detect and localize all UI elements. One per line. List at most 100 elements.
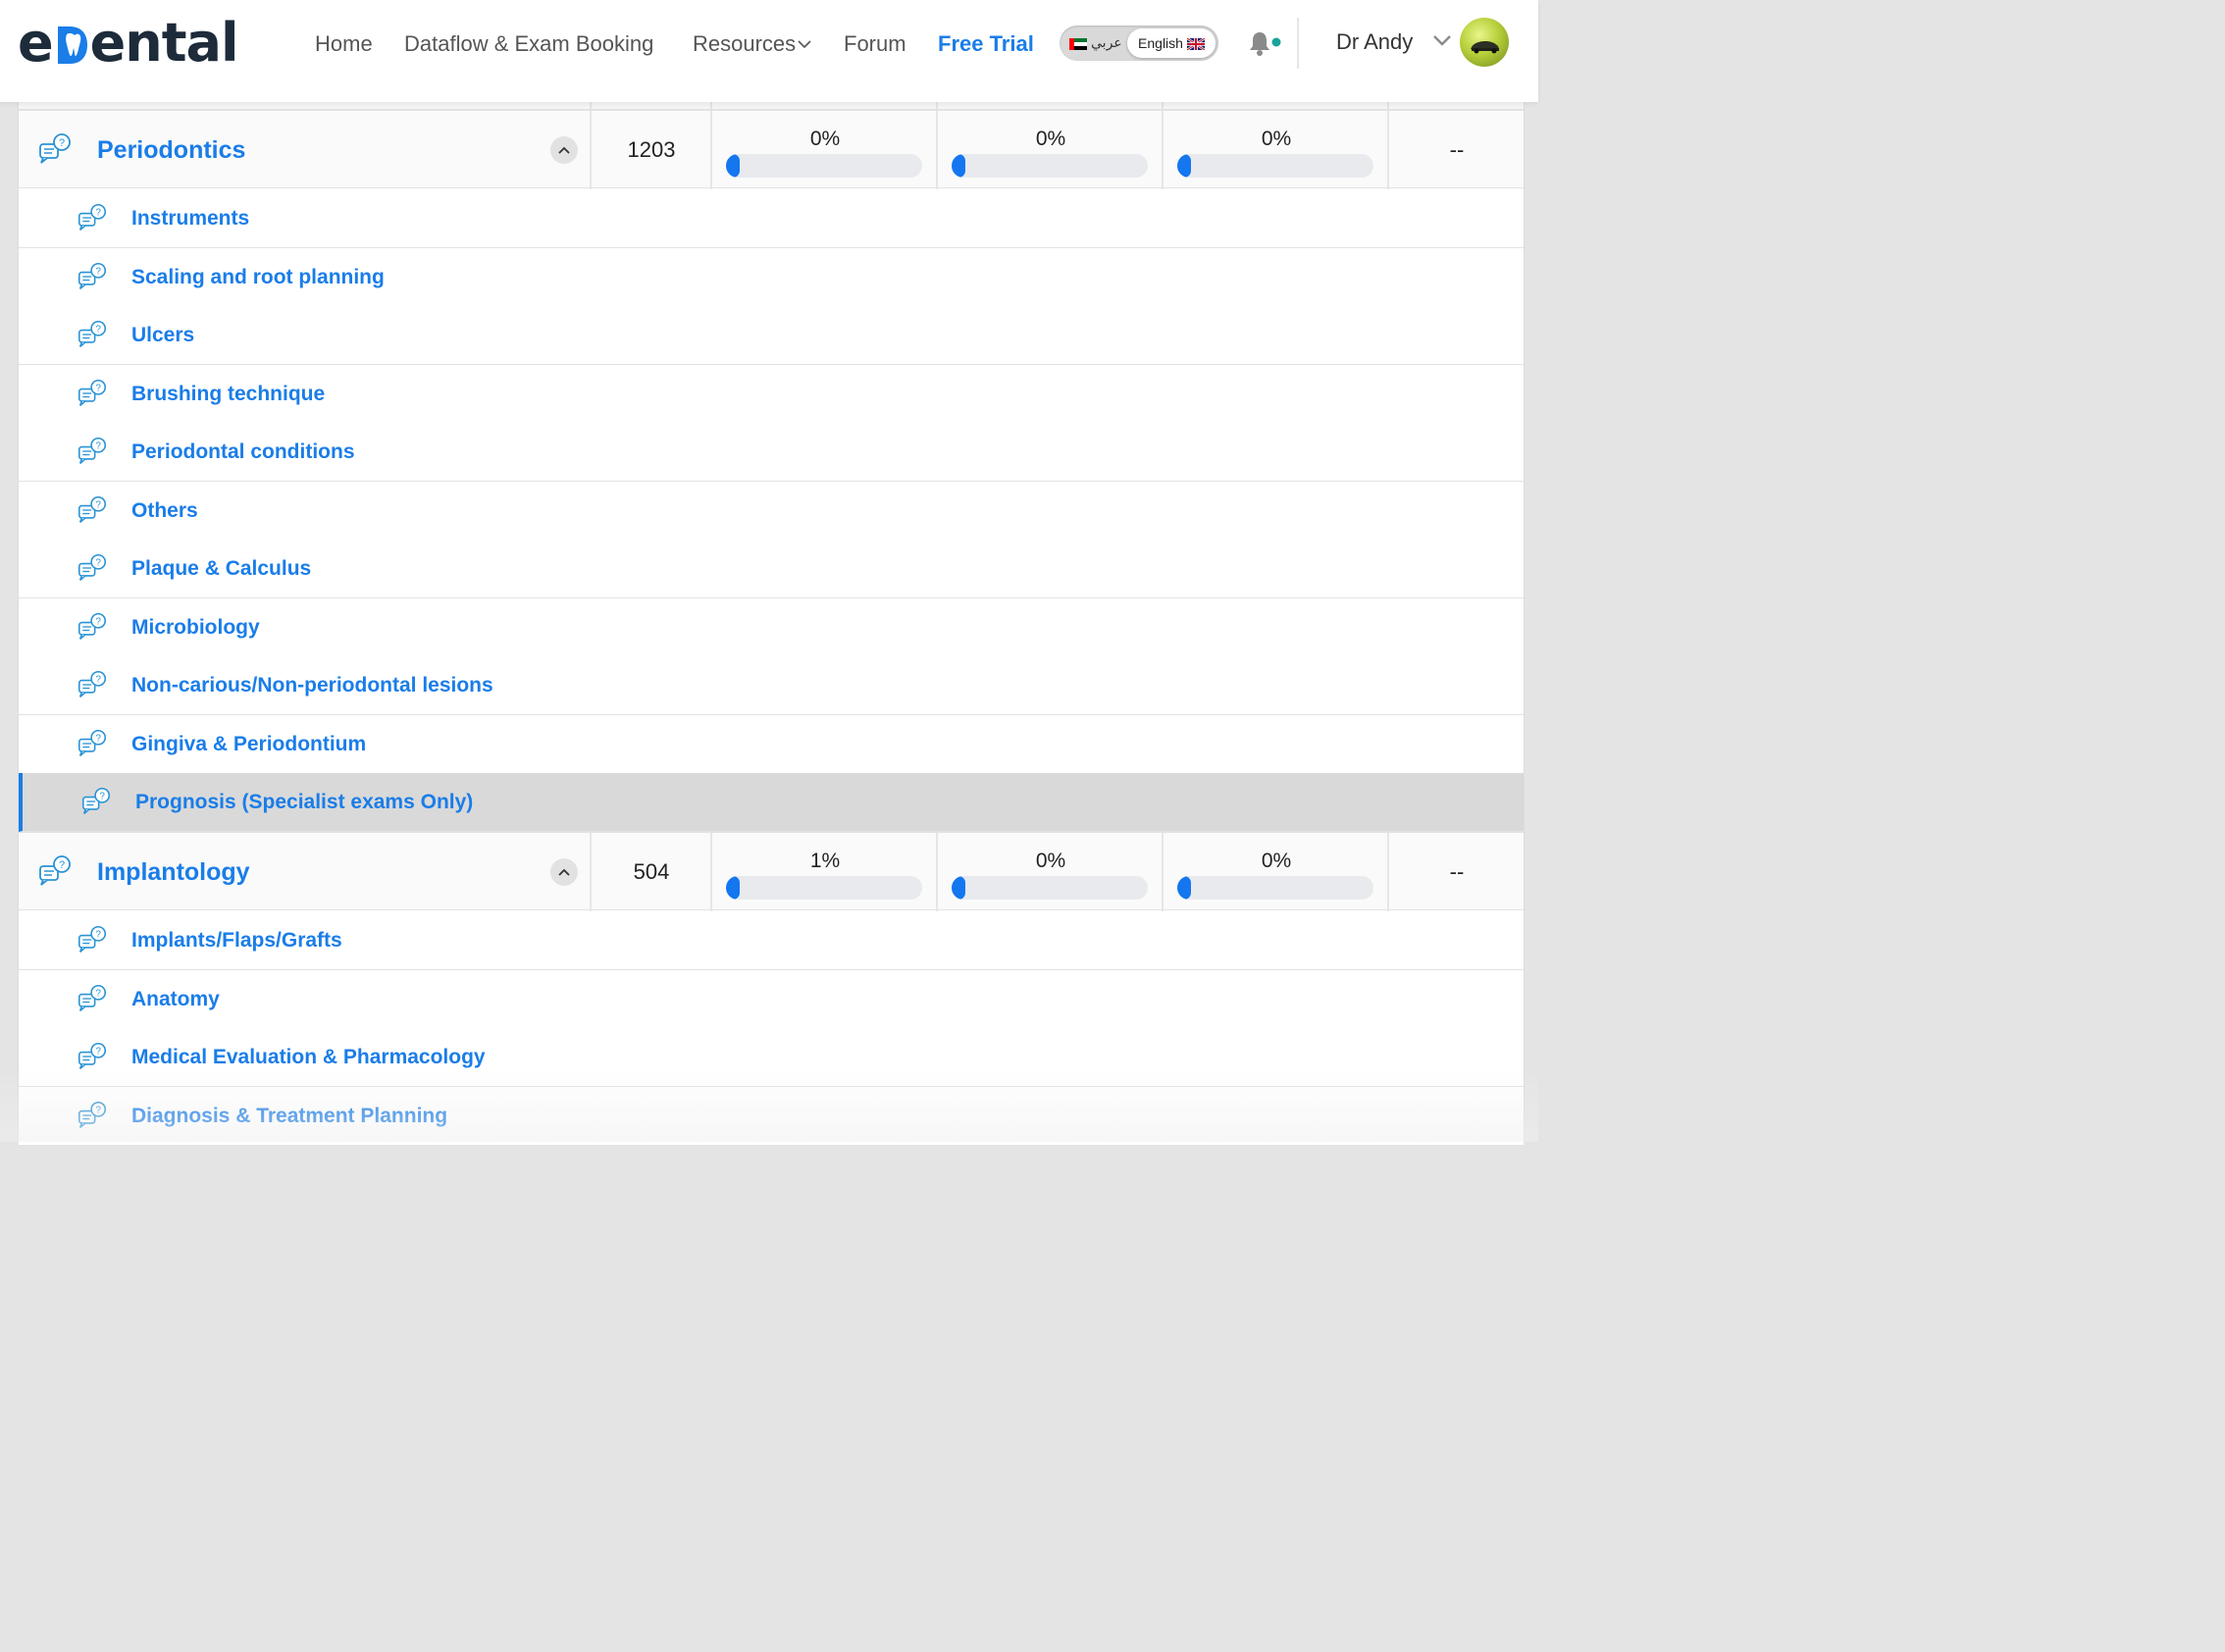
topic-title[interactable]: Periodontal conditions xyxy=(131,439,355,466)
svg-text:?: ? xyxy=(95,499,101,510)
chevron-down-icon xyxy=(798,27,811,57)
topic-row[interactable]: ? Non-carious/Non-periodontal lesions xyxy=(19,656,1524,715)
topic-row[interactable]: ? Brushing technique xyxy=(19,365,1524,424)
top-navbar: e ental Home Dataflow & Exam Booking Res… xyxy=(0,0,1538,102)
last-value: -- xyxy=(1449,859,1465,884)
nav-forum[interactable]: Forum xyxy=(844,29,906,59)
topic-title[interactable]: Instruments xyxy=(131,205,249,232)
topic-row[interactable]: ? Microbiology xyxy=(19,598,1524,657)
language-toggle[interactable]: عربي English xyxy=(1060,26,1218,61)
avatar[interactable] xyxy=(1460,18,1509,67)
question-chat-icon: ? xyxy=(78,553,107,588)
progress-percent: 0% xyxy=(1035,850,1066,872)
collapse-chevron-up-icon[interactable] xyxy=(550,136,578,164)
topic-row[interactable]: ? Medical Evaluation & Pharmacology xyxy=(19,1028,1524,1087)
tooth-logo-icon xyxy=(54,23,89,68)
nav-home[interactable]: Home xyxy=(315,29,373,59)
language-option-arabic[interactable]: عربي xyxy=(1069,34,1122,51)
language-arabic-label: عربي xyxy=(1091,34,1122,50)
topic-title[interactable]: Diagnosis & Treatment Planning xyxy=(131,1103,447,1130)
topic-row[interactable]: ? Instruments xyxy=(19,189,1524,248)
user-name[interactable]: Dr Andy xyxy=(1336,27,1413,57)
last-value: -- xyxy=(1449,137,1465,162)
notifications-bell-icon[interactable] xyxy=(1248,29,1283,64)
topic-row[interactable]: ? Others xyxy=(19,482,1524,541)
topic-row[interactable]: ? Anatomy xyxy=(19,970,1524,1029)
topic-row[interactable]: ? Implants/Flaps/Grafts xyxy=(19,911,1524,970)
topic-row[interactable]: ? Scaling and root planning xyxy=(19,248,1524,307)
question-chat-icon: ? xyxy=(78,437,107,471)
question-chat-icon: ? xyxy=(78,495,107,530)
language-option-english[interactable]: English xyxy=(1127,28,1216,58)
nav-dataflow-exam-booking[interactable]: Dataflow & Exam Booking xyxy=(404,29,653,59)
question-chat-icon: ? xyxy=(78,670,107,704)
topic-title[interactable]: Plaque & Calculus xyxy=(131,555,311,583)
svg-text:?: ? xyxy=(95,1105,101,1115)
progress-bar xyxy=(726,876,922,900)
question-chat-icon: ? xyxy=(78,925,107,959)
svg-text:?: ? xyxy=(95,266,101,277)
nav-free-trial[interactable]: Free Trial xyxy=(938,29,1034,59)
svg-text:?: ? xyxy=(95,440,101,451)
user-menu-chevron-icon[interactable] xyxy=(1432,33,1452,52)
topic-title[interactable]: Non-carious/Non-periodontal lesions xyxy=(131,672,493,699)
topic-row[interactable]: ? Ulcers xyxy=(19,306,1524,365)
progress-cell-1: 0% xyxy=(710,111,936,189)
topic-row[interactable]: ? Prognosis (Specialist exams Only) xyxy=(19,773,1524,832)
nav-resources[interactable]: Resources xyxy=(693,29,811,59)
svg-text:?: ? xyxy=(95,733,101,744)
svg-text:?: ? xyxy=(59,859,65,871)
topic-title[interactable]: Microbiology xyxy=(131,614,260,642)
collapse-chevron-up-icon[interactable] xyxy=(550,858,578,886)
category-row-implantology[interactable]: ? Implantology 504 1% 0% 0% -- xyxy=(19,832,1524,911)
edental-logo[interactable]: e ental xyxy=(18,17,238,70)
svg-text:?: ? xyxy=(95,929,101,940)
progress-percent: 0% xyxy=(1261,850,1292,872)
progress-bar xyxy=(952,154,1148,178)
progress-percent: 1% xyxy=(809,850,841,872)
topic-title[interactable]: Gingiva & Periodontium xyxy=(131,731,366,758)
progress-cell-3: 0% xyxy=(1162,833,1387,911)
progress-fill xyxy=(1177,876,1191,900)
progress-fill xyxy=(952,876,965,900)
svg-text:?: ? xyxy=(95,988,101,999)
question-chat-icon: ? xyxy=(78,320,107,354)
topic-title[interactable]: Prognosis (Specialist exams Only) xyxy=(135,789,473,816)
topic-row[interactable]: ? Gingiva & Periodontium xyxy=(19,715,1524,774)
nav-resources-label: Resources xyxy=(693,31,797,56)
question-count: 504 xyxy=(633,859,670,884)
topic-title[interactable]: Anatomy xyxy=(131,986,220,1013)
category-title[interactable]: Implantology xyxy=(97,856,250,888)
svg-text:?: ? xyxy=(59,137,65,149)
svg-text:?: ? xyxy=(99,791,105,801)
topic-title[interactable]: Brushing technique xyxy=(131,381,325,408)
category-row-periodontics[interactable]: ? Periodontics 1203 0% 0% 0% -- xyxy=(19,110,1524,189)
topic-row[interactable]: ? Diagnosis & Treatment Planning xyxy=(19,1087,1524,1146)
svg-text:?: ? xyxy=(95,1046,101,1057)
language-english-label: English xyxy=(1138,35,1183,51)
progress-bar xyxy=(1177,876,1373,900)
progress-percent: 0% xyxy=(809,128,841,150)
svg-text:?: ? xyxy=(95,557,101,568)
question-chat-icon: ? xyxy=(78,612,107,646)
topics-table: ? Periodontics 1203 0% 0% 0% -- ? Instrum… xyxy=(18,102,1525,1146)
topic-title[interactable]: Medical Evaluation & Pharmacology xyxy=(131,1044,486,1071)
topic-row[interactable]: ? Plaque & Calculus xyxy=(19,540,1524,598)
question-chat-icon: ? xyxy=(78,1101,107,1135)
svg-text:?: ? xyxy=(95,616,101,627)
topic-row[interactable]: ? Periodontal conditions xyxy=(19,423,1524,482)
uae-flag-icon xyxy=(1069,37,1087,50)
progress-fill xyxy=(952,154,965,178)
question-chat-icon: ? xyxy=(81,787,111,821)
notification-dot xyxy=(1271,37,1281,47)
uk-flag-icon xyxy=(1186,37,1206,51)
question-chat-icon: ? xyxy=(78,984,107,1018)
progress-percent: 0% xyxy=(1261,128,1292,150)
topic-title[interactable]: Others xyxy=(131,497,198,525)
topic-title[interactable]: Ulcers xyxy=(131,322,194,349)
topic-title[interactable]: Scaling and root planning xyxy=(131,264,385,291)
topic-title[interactable]: Implants/Flaps/Grafts xyxy=(131,927,342,955)
category-title[interactable]: Periodontics xyxy=(97,134,245,166)
question-chat-icon: ? xyxy=(38,132,72,171)
progress-fill xyxy=(726,154,740,178)
